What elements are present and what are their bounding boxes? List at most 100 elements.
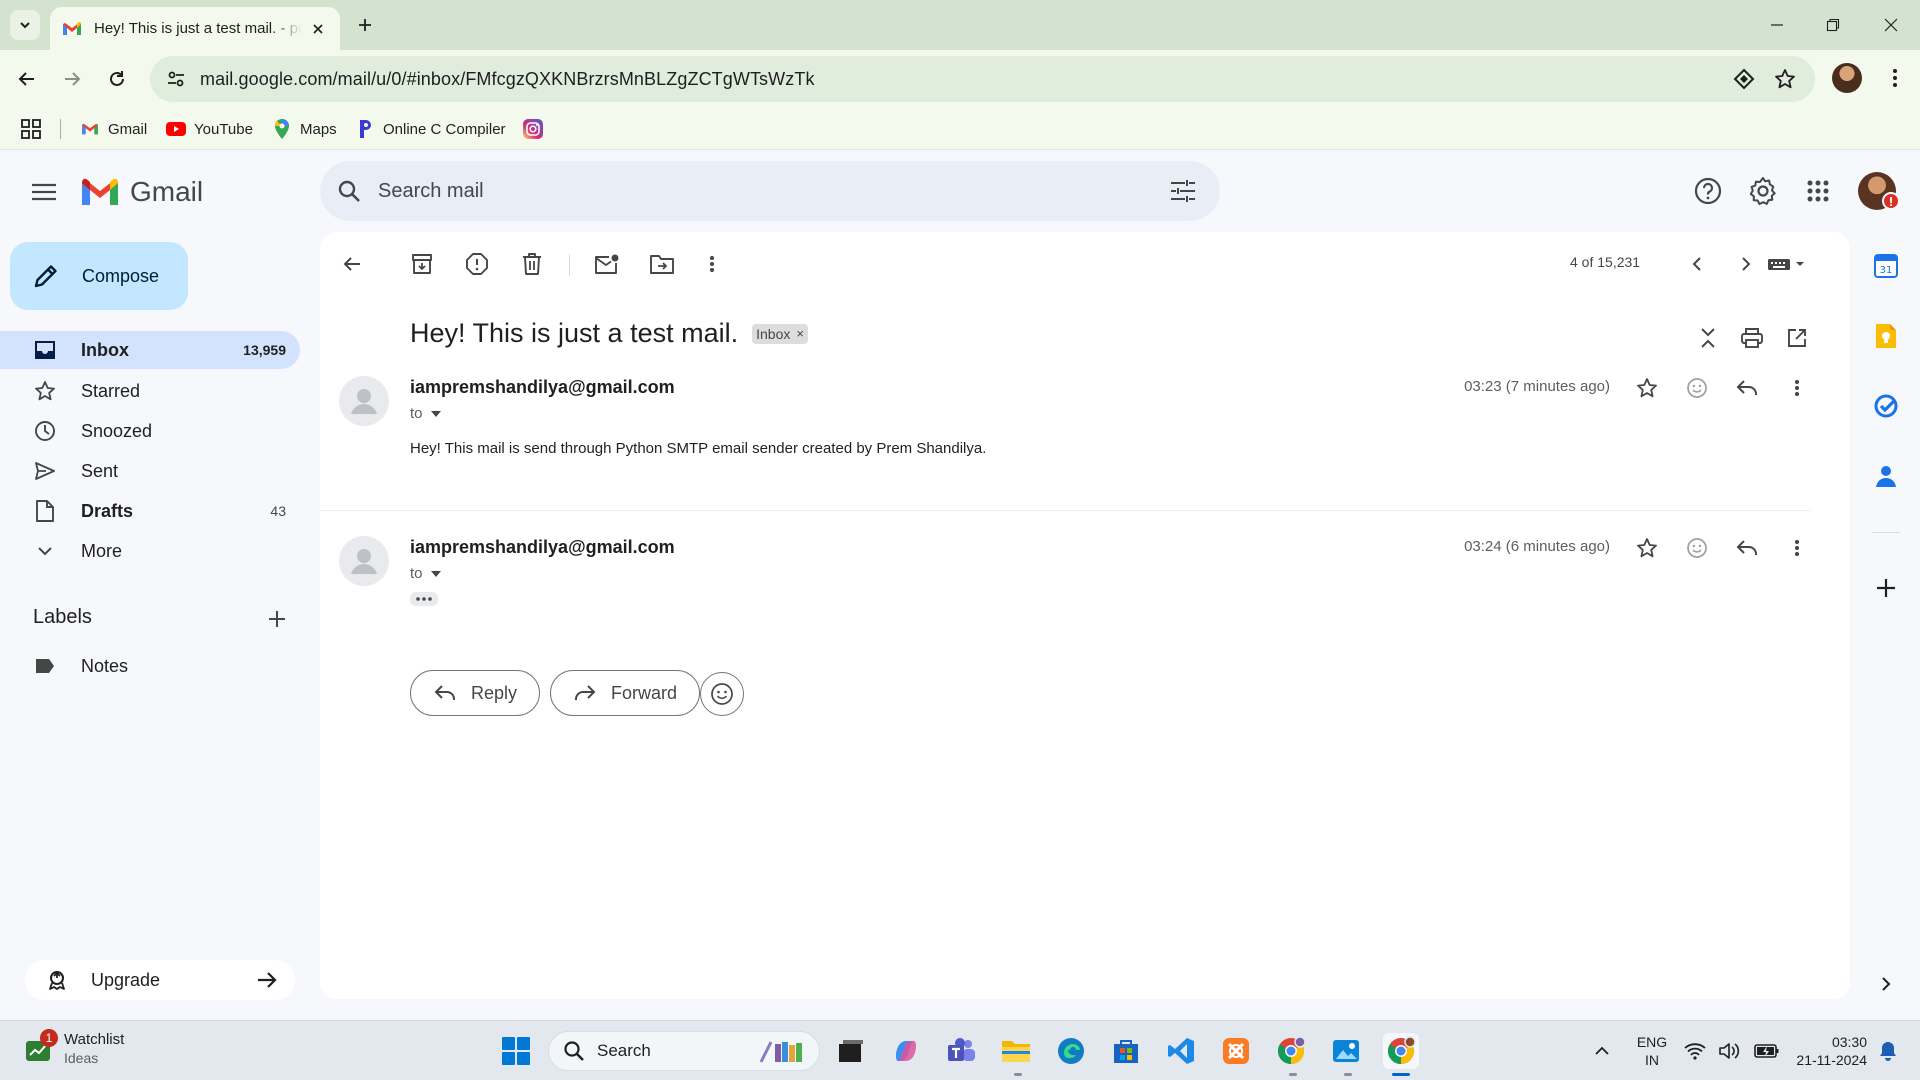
draft-icon	[33, 499, 57, 523]
settings-button[interactable]	[1745, 173, 1781, 209]
older-button[interactable]	[1728, 246, 1764, 282]
mark-unread-button[interactable]	[589, 246, 625, 282]
bookmark-online-c-compiler[interactable]: Online C Compiler	[355, 116, 506, 142]
reload-button[interactable]	[101, 63, 133, 95]
print-all-button[interactable]	[1734, 320, 1770, 356]
bookmark-youtube[interactable]: YouTube	[166, 116, 253, 142]
side-panel-toggle[interactable]	[1872, 970, 1900, 998]
taskbar-task-view[interactable]	[833, 1033, 869, 1069]
bookmark-star-button[interactable]	[1771, 65, 1799, 93]
open-new-window-button[interactable]	[1779, 320, 1815, 356]
taskbar-vscode[interactable]	[1163, 1033, 1199, 1069]
add-reaction-button[interactable]	[1680, 371, 1714, 405]
upgrade-button[interactable]: Upgrade	[25, 960, 295, 1000]
recipients-toggle[interactable]: to	[410, 565, 441, 582]
taskbar-teams[interactable]	[943, 1033, 979, 1069]
message-more-button[interactable]	[1780, 531, 1814, 565]
side-panel-keep[interactable]	[1872, 322, 1900, 350]
restore-window-button[interactable]	[1818, 10, 1848, 40]
create-label-button[interactable]	[264, 606, 290, 632]
sidebar-item-starred[interactable]: Starred	[0, 372, 300, 410]
google-lens-button[interactable]	[1730, 65, 1758, 93]
newer-button[interactable]	[1679, 246, 1715, 282]
chrome-icon	[1277, 1036, 1306, 1065]
reply-button[interactable]	[1730, 531, 1764, 565]
inbox-label-chip[interactable]: Inbox ×	[752, 323, 808, 344]
main-menu-button[interactable]	[26, 174, 62, 210]
taskbar-microsoft-store[interactable]	[1108, 1033, 1144, 1069]
sidebar-item-snoozed[interactable]: Snoozed	[0, 412, 300, 450]
minimize-window-button[interactable]	[1762, 10, 1792, 40]
side-panel-contacts[interactable]	[1872, 462, 1900, 490]
tab-search-button[interactable]	[10, 10, 40, 40]
taskbar-chrome-profile-2[interactable]	[1273, 1033, 1309, 1069]
notifications-button[interactable]	[1876, 1037, 1900, 1065]
back-to-inbox-button[interactable]	[334, 246, 370, 282]
address-bar[interactable]: mail.google.com/mail/u/0/#inbox/FMfcgzQX…	[150, 56, 1815, 102]
remove-label-icon[interactable]: ×	[796, 326, 804, 341]
support-button[interactable]	[1690, 173, 1726, 209]
search-options-button[interactable]	[1168, 176, 1198, 206]
taskbar-file-explorer[interactable]	[998, 1033, 1034, 1069]
taskbar-edge[interactable]	[1053, 1033, 1089, 1069]
bookmark-maps[interactable]: Maps	[272, 116, 337, 142]
widgets-watchlist[interactable]: 1 Watchlist Ideas	[22, 1029, 124, 1068]
sidebar-item-sent[interactable]: Sent	[0, 452, 300, 490]
reply-button[interactable]	[1730, 371, 1764, 405]
start-button[interactable]	[498, 1033, 534, 1069]
sidebar-item-drafts[interactable]: Drafts 43	[0, 492, 300, 530]
google-apps-button[interactable]	[1800, 173, 1836, 209]
sender-avatar[interactable]	[339, 376, 389, 426]
browser-tab-active[interactable]: Hey! This is just a test mail. - pr	[50, 7, 340, 50]
move-to-button[interactable]	[644, 246, 680, 282]
emoji-reaction-button[interactable]	[700, 672, 744, 716]
sender-email[interactable]: iampremshandilya@gmail.com	[410, 377, 675, 398]
archive-button[interactable]	[404, 246, 440, 282]
close-window-button[interactable]	[1876, 10, 1906, 40]
sender-email[interactable]: iampremshandilya@gmail.com	[410, 537, 675, 558]
side-panel-calendar[interactable]: 31	[1872, 252, 1900, 280]
sidebar-item-more[interactable]: More	[0, 532, 300, 570]
browser-menu-button[interactable]	[1880, 63, 1910, 93]
bookmark-gmail[interactable]: Gmail	[80, 116, 147, 142]
sidebar-label-notes[interactable]: Notes	[0, 647, 300, 685]
system-clock[interactable]: 03:30 21-11-2024	[1782, 1033, 1867, 1069]
input-tools-button[interactable]	[1762, 246, 1812, 282]
search-icon[interactable]	[336, 178, 362, 204]
more-actions-button[interactable]	[694, 246, 730, 282]
compose-button[interactable]: Compose	[10, 242, 188, 310]
taskbar-xampp[interactable]	[1218, 1033, 1254, 1069]
tab-close-button[interactable]	[308, 19, 328, 39]
add-reaction-button[interactable]	[1680, 531, 1714, 565]
taskbar-search-box[interactable]: Search	[548, 1031, 820, 1071]
star-message-button[interactable]	[1630, 371, 1664, 405]
show-trimmed-content-button[interactable]	[410, 592, 438, 606]
sender-avatar[interactable]	[339, 536, 389, 586]
sidebar-item-inbox[interactable]: Inbox 13,959	[0, 331, 300, 369]
bookmark-instagram[interactable]	[523, 116, 551, 142]
search-input[interactable]	[378, 179, 1168, 203]
side-panel-get-addons[interactable]	[1872, 574, 1900, 602]
input-language-indicator[interactable]: ENG IN	[1632, 1033, 1672, 1069]
apps-grid-icon[interactable]	[20, 118, 42, 140]
reply-bottom-button[interactable]: Reply	[410, 670, 541, 716]
taskbar-photos[interactable]	[1328, 1033, 1364, 1069]
forward-bottom-button[interactable]: Forward	[550, 670, 701, 716]
recipients-toggle[interactable]: to	[410, 405, 441, 422]
new-tab-button[interactable]	[352, 12, 378, 38]
quick-settings-button[interactable]	[1684, 1037, 1780, 1065]
collapse-all-button[interactable]	[1690, 320, 1726, 356]
message-more-button[interactable]	[1780, 371, 1814, 405]
site-info-button[interactable]	[156, 59, 196, 99]
forward-button[interactable]	[56, 63, 88, 95]
browser-profile-avatar[interactable]	[1832, 63, 1862, 93]
back-button[interactable]	[11, 63, 43, 95]
taskbar-copilot[interactable]	[888, 1033, 924, 1069]
report-spam-button[interactable]	[459, 246, 495, 282]
taskbar-chrome-active[interactable]	[1383, 1033, 1419, 1069]
side-panel-tasks[interactable]	[1872, 392, 1900, 420]
star-message-button[interactable]	[1630, 531, 1664, 565]
show-hidden-icons-button[interactable]	[1590, 1037, 1614, 1065]
delete-button[interactable]	[514, 246, 550, 282]
gmail-logo[interactable]: Gmail	[80, 174, 203, 210]
